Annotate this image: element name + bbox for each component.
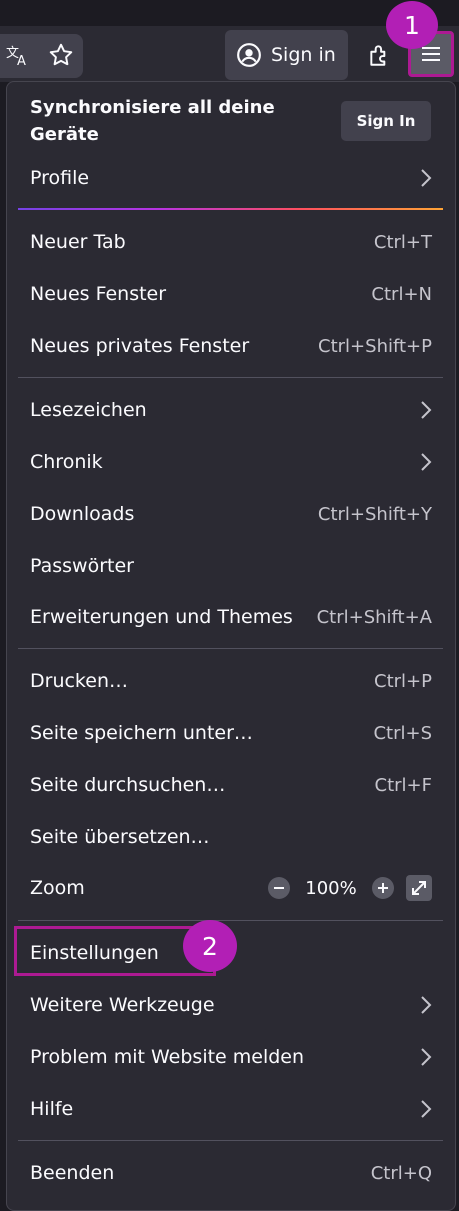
menu-item-shortcut: Ctrl+T <box>373 231 432 253</box>
bookmark-star-icon[interactable] <box>46 40 76 70</box>
menu-item-label: Seite speichern unter… <box>30 722 253 744</box>
menu-item-label: Profile <box>30 167 90 189</box>
fullscreen-icon[interactable] <box>406 875 432 901</box>
menu-item-passwords[interactable]: Passwörter <box>30 546 432 586</box>
chevron-right-icon <box>420 400 432 420</box>
menu-item-shortcut: Ctrl+S <box>373 722 432 744</box>
menu-separator <box>18 920 443 921</box>
menu-item-label: Beenden <box>30 1162 115 1184</box>
zoom-level-value[interactable]: 100% <box>302 878 360 899</box>
menu-item-label: Downloads <box>30 503 135 525</box>
menu-item-label: Neues privates Fenster <box>30 335 250 357</box>
menu-item-shortcut: Ctrl+N <box>371 283 432 305</box>
menu-item-find-in-page[interactable]: Seite durchsuchen… Ctrl+F <box>30 765 432 805</box>
account-icon <box>237 43 261 67</box>
callout-badge-2: 2 <box>183 920 237 972</box>
menu-item-zoom: Zoom 100% <box>30 868 432 908</box>
menu-item-addons[interactable]: Erweiterungen und Themes Ctrl+Shift+A <box>30 597 432 637</box>
menu-item-label: Weitere Werkzeuge <box>30 994 215 1016</box>
menu-item-report-site[interactable]: Problem mit Website melden <box>30 1037 432 1077</box>
star-icon <box>49 43 73 66</box>
menu-item-label: Chronik <box>30 451 103 473</box>
menu-item-label: Erweiterungen und Themes <box>30 606 293 628</box>
menu-item-label: Lesezeichen <box>30 399 147 421</box>
callout-badge-1: 1 <box>386 1 438 49</box>
hamburger-icon <box>422 47 440 61</box>
chevron-right-icon <box>420 452 432 472</box>
menu-item-label: Passwörter <box>30 555 134 577</box>
menu-item-profile[interactable]: Profile <box>30 158 432 198</box>
account-sign-in-button[interactable]: Sign in <box>225 30 348 80</box>
menu-item-label: Neues Fenster <box>30 283 167 305</box>
menu-item-new-tab[interactable]: Neuer Tab Ctrl+T <box>30 222 432 262</box>
puzzle-icon <box>370 45 386 66</box>
menu-separator <box>18 1140 443 1141</box>
chevron-right-icon <box>420 995 432 1015</box>
menu-item-shortcut: Ctrl+Q <box>370 1162 432 1184</box>
menu-separator <box>18 377 443 378</box>
menu-item-print[interactable]: Drucken… Ctrl+P <box>30 661 432 701</box>
menu-item-help[interactable]: Hilfe <box>30 1089 432 1129</box>
menu-item-label: Hilfe <box>30 1098 74 1120</box>
zoom-controls: 100% <box>268 875 432 901</box>
menu-item-bookmarks[interactable]: Lesezeichen <box>30 390 432 430</box>
account-sign-in-label: Sign in <box>271 44 336 66</box>
menu-item-quit[interactable]: Beenden Ctrl+Q <box>30 1153 432 1193</box>
menu-item-shortcut: Ctrl+Shift+P <box>318 335 432 357</box>
sync-sign-in-button[interactable]: Sign In <box>341 101 431 141</box>
chevron-right-icon <box>420 1047 432 1067</box>
menu-item-label: Seite übersetzen… <box>30 826 210 848</box>
zoom-in-icon[interactable] <box>372 877 394 899</box>
menu-separator <box>18 648 443 649</box>
menu-item-new-window[interactable]: Neues Fenster Ctrl+N <box>30 274 432 314</box>
menu-item-save-page[interactable]: Seite speichern unter… Ctrl+S <box>30 713 432 753</box>
svg-text:A: A <box>17 54 26 67</box>
translate-icon[interactable]: 文 A <box>4 40 32 70</box>
menu-item-label: Zoom <box>30 877 85 899</box>
menu-item-more-tools[interactable]: Weitere Werkzeuge <box>30 985 432 1025</box>
zoom-out-icon[interactable] <box>268 877 290 899</box>
menu-item-label: Drucken… <box>30 670 128 692</box>
sync-heading: Synchronisiere all deine Geräte <box>30 97 275 145</box>
translate-icon-graphic: 文 A <box>6 46 26 67</box>
menu-item-shortcut: Ctrl+P <box>374 670 432 692</box>
menu-item-label: Neuer Tab <box>30 231 126 253</box>
extensions-icon[interactable] <box>364 39 396 71</box>
sync-separator <box>18 208 443 210</box>
menu-item-new-private-window[interactable]: Neues privates Fenster Ctrl+Shift+P <box>30 326 432 366</box>
menu-item-shortcut: Ctrl+Shift+Y <box>317 503 432 525</box>
menu-item-downloads[interactable]: Downloads Ctrl+Shift+Y <box>30 494 432 534</box>
menu-item-label: Problem mit Website melden <box>30 1046 305 1068</box>
chevron-right-icon <box>420 1099 432 1119</box>
menu-item-shortcut: Ctrl+F <box>374 774 432 796</box>
menu-item-shortcut: Ctrl+Shift+A <box>316 606 432 628</box>
chevron-right-icon <box>420 168 432 188</box>
menu-item-history[interactable]: Chronik <box>30 442 432 482</box>
menu-item-label: Seite durchsuchen… <box>30 774 226 796</box>
menu-item-translate-page[interactable]: Seite übersetzen… <box>30 817 432 857</box>
